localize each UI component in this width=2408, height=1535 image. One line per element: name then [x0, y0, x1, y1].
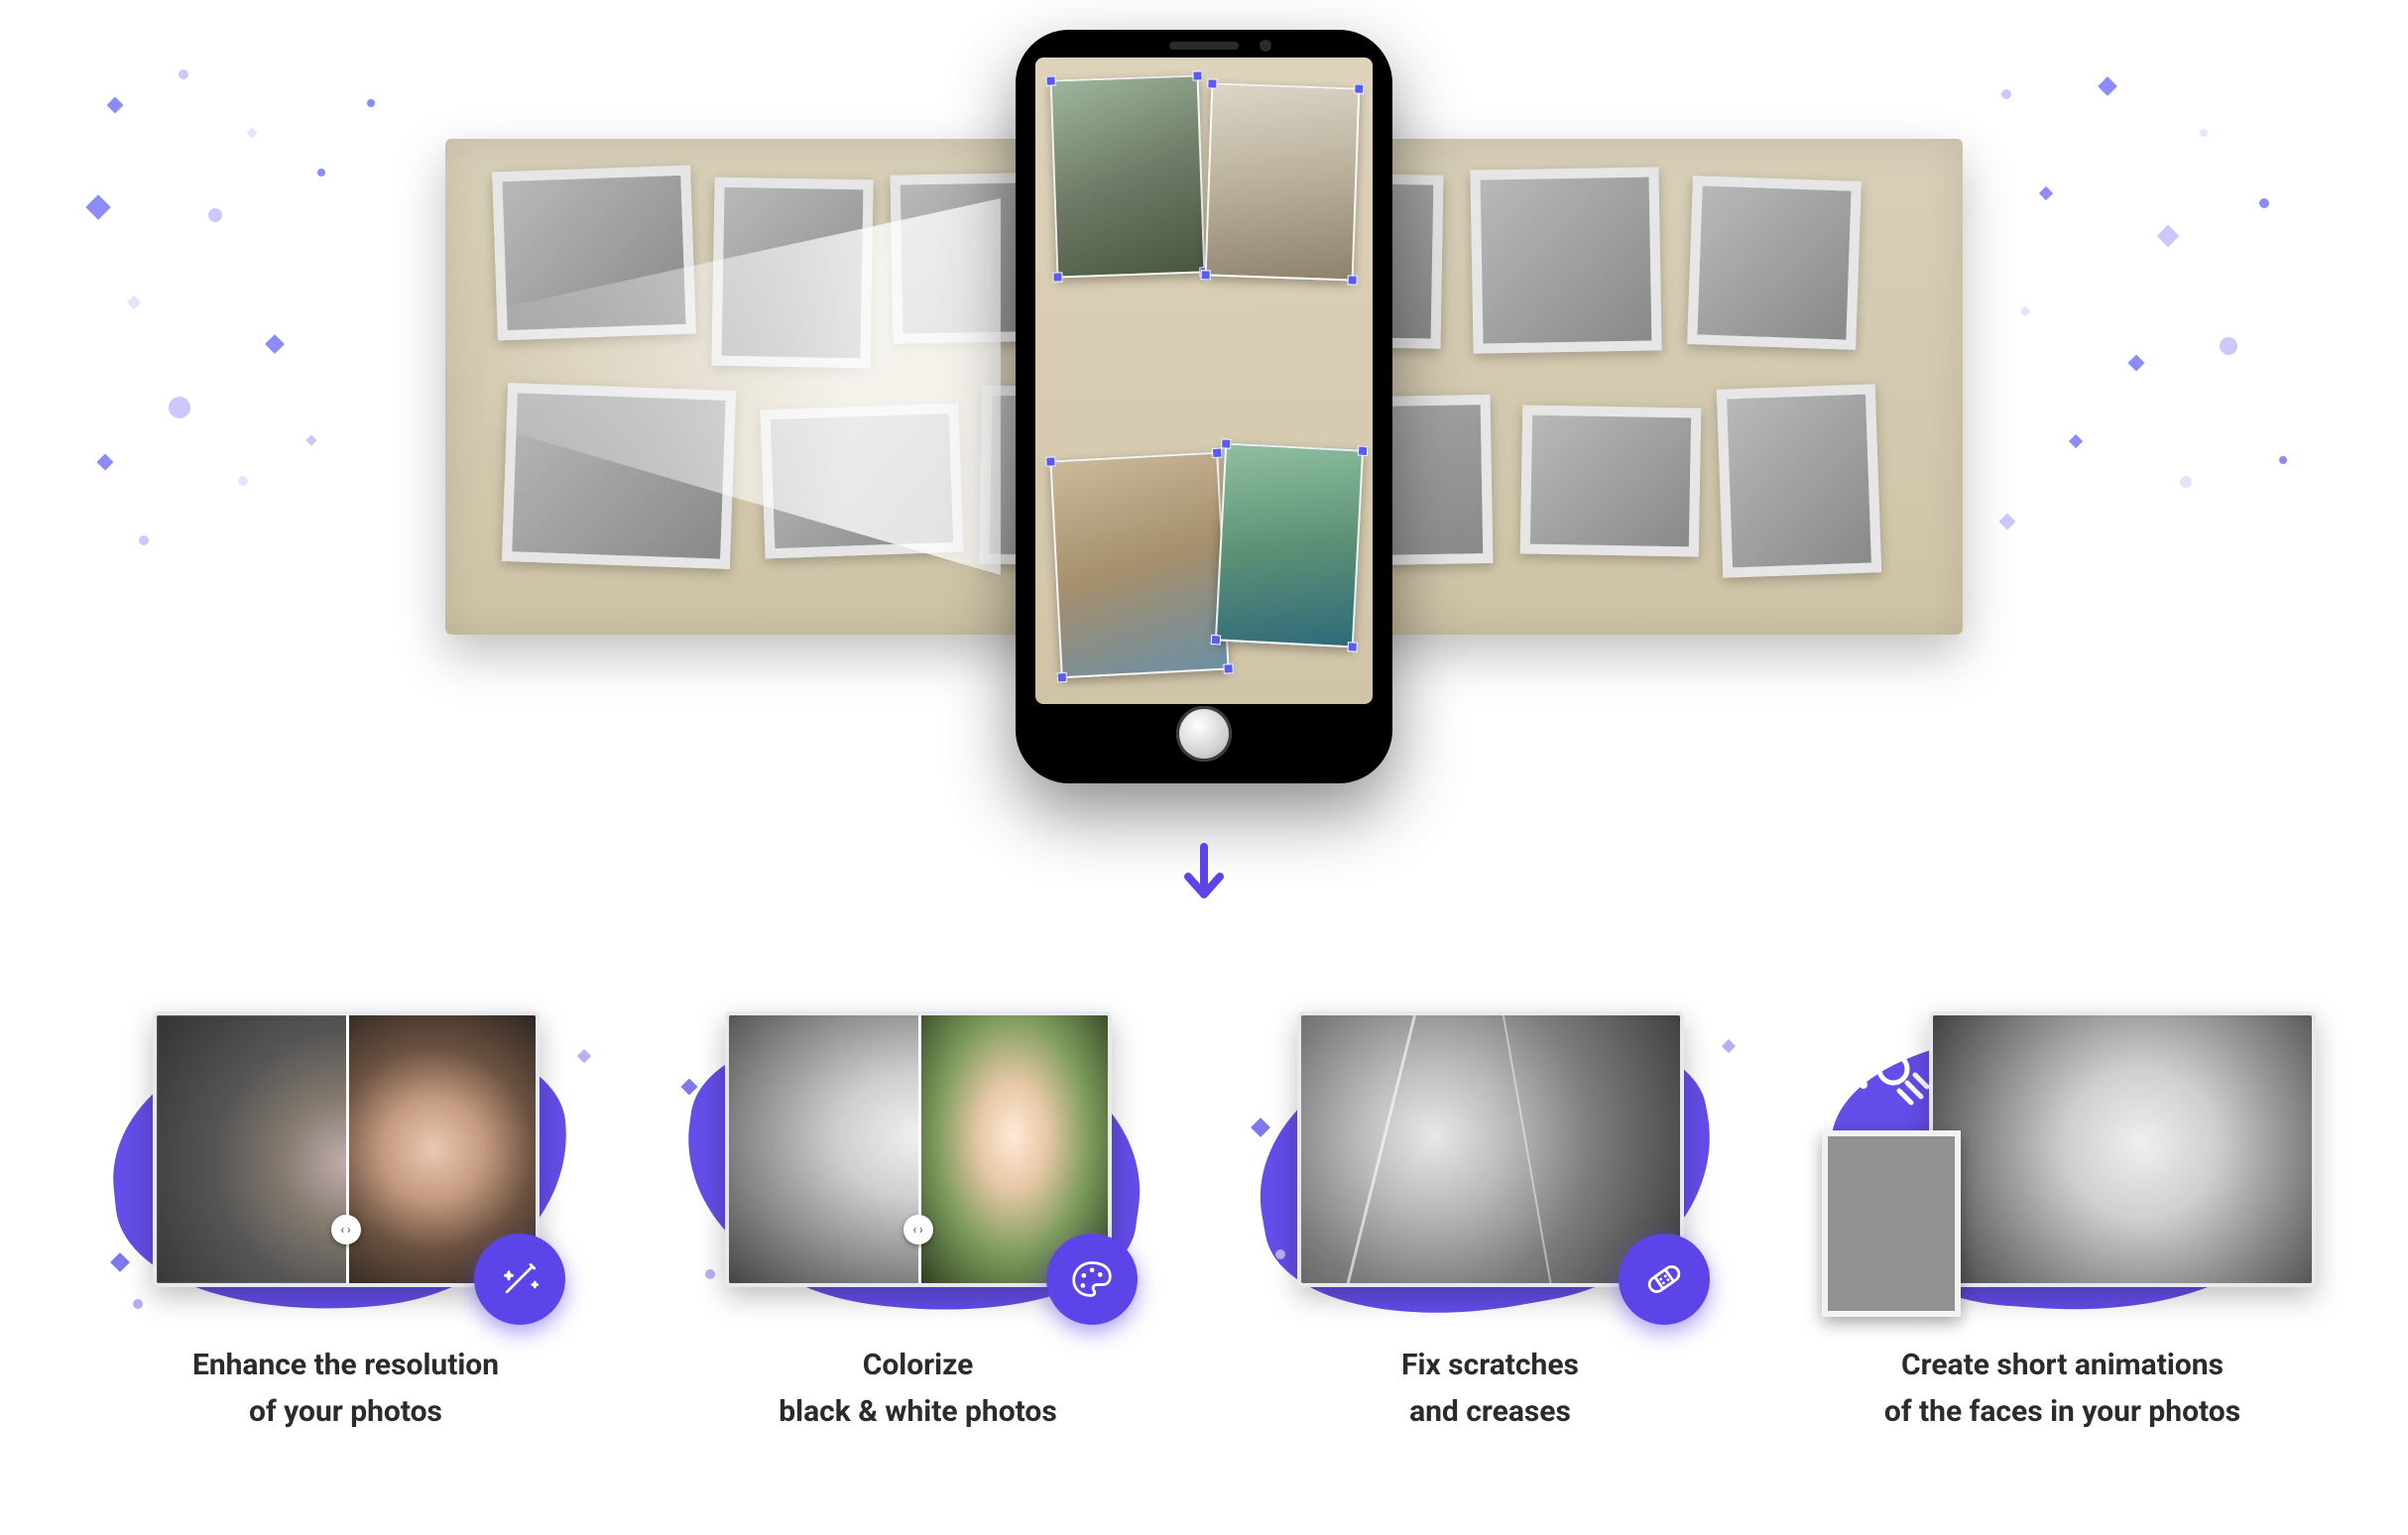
feature-caption: Colorize black & white photos — [779, 1343, 1056, 1435]
feature-thumb — [1869, 1011, 2256, 1299]
feature-thumb: ‹ › — [725, 1011, 1112, 1299]
feature-enhance: ‹ › Enhance the resolution of your photo… — [119, 1011, 572, 1435]
caption-line: of your photos — [192, 1389, 499, 1436]
hero-illustration — [430, 30, 1978, 724]
feature-colorize: ‹ › Colorize black & white photos — [691, 1011, 1144, 1435]
feature-thumb — [1297, 1011, 1684, 1299]
phone-screen — [1035, 58, 1373, 704]
scanned-photo — [1205, 82, 1361, 281]
phone-home-button — [1176, 706, 1232, 762]
damaged-photo-preview — [1297, 1011, 1684, 1287]
compare-slider[interactable]: ‹ › — [153, 1011, 540, 1287]
palette-icon — [1046, 1234, 1138, 1325]
arrow-down-icon — [1178, 843, 1230, 906]
scanned-photo — [1050, 74, 1206, 278]
phone-mockup — [1016, 30, 1392, 783]
caption-line: black & white photos — [779, 1389, 1056, 1436]
slider-handle[interactable]: ‹ › — [331, 1215, 361, 1244]
animated-photo-small — [1822, 1130, 1961, 1317]
wand-icon — [474, 1234, 565, 1325]
caption-line: of the faces in your photos — [1884, 1389, 2240, 1436]
feature-caption: Fix scratches and creases — [1401, 1343, 1579, 1435]
decorative-sparkles-right — [1962, 40, 2339, 595]
caption-line: Enhance the resolution — [192, 1343, 499, 1389]
phone-speaker — [1169, 42, 1239, 50]
feature-thumb: ‹ › — [153, 1011, 540, 1299]
caption-line: Create short animations — [1884, 1343, 2240, 1389]
scanned-photo — [1215, 442, 1364, 648]
caption-line: Colorize — [779, 1343, 1056, 1389]
slider-handle[interactable]: ‹ › — [903, 1215, 933, 1244]
caption-line: Fix scratches — [1401, 1343, 1579, 1389]
feature-caption: Enhance the resolution of your photos — [192, 1343, 499, 1435]
scanned-photo — [1049, 452, 1229, 679]
decorative-sparkles-left — [69, 40, 446, 595]
bandage-icon — [1619, 1234, 1710, 1325]
features-row: ‹ › Enhance the resolution of your photo… — [0, 1011, 2408, 1435]
feature-caption: Create short animations of the faces in … — [1884, 1343, 2240, 1435]
feature-repair: Fix scratches and creases — [1264, 1011, 1717, 1435]
caption-line: and creases — [1401, 1389, 1579, 1436]
phone-camera-dot — [1260, 40, 1271, 52]
motion-icon — [1864, 1039, 1933, 1109]
animated-photo-preview — [1929, 1011, 2316, 1287]
feature-animate: Create short animations of the faces in … — [1836, 1011, 2289, 1435]
compare-slider[interactable]: ‹ › — [725, 1011, 1112, 1287]
